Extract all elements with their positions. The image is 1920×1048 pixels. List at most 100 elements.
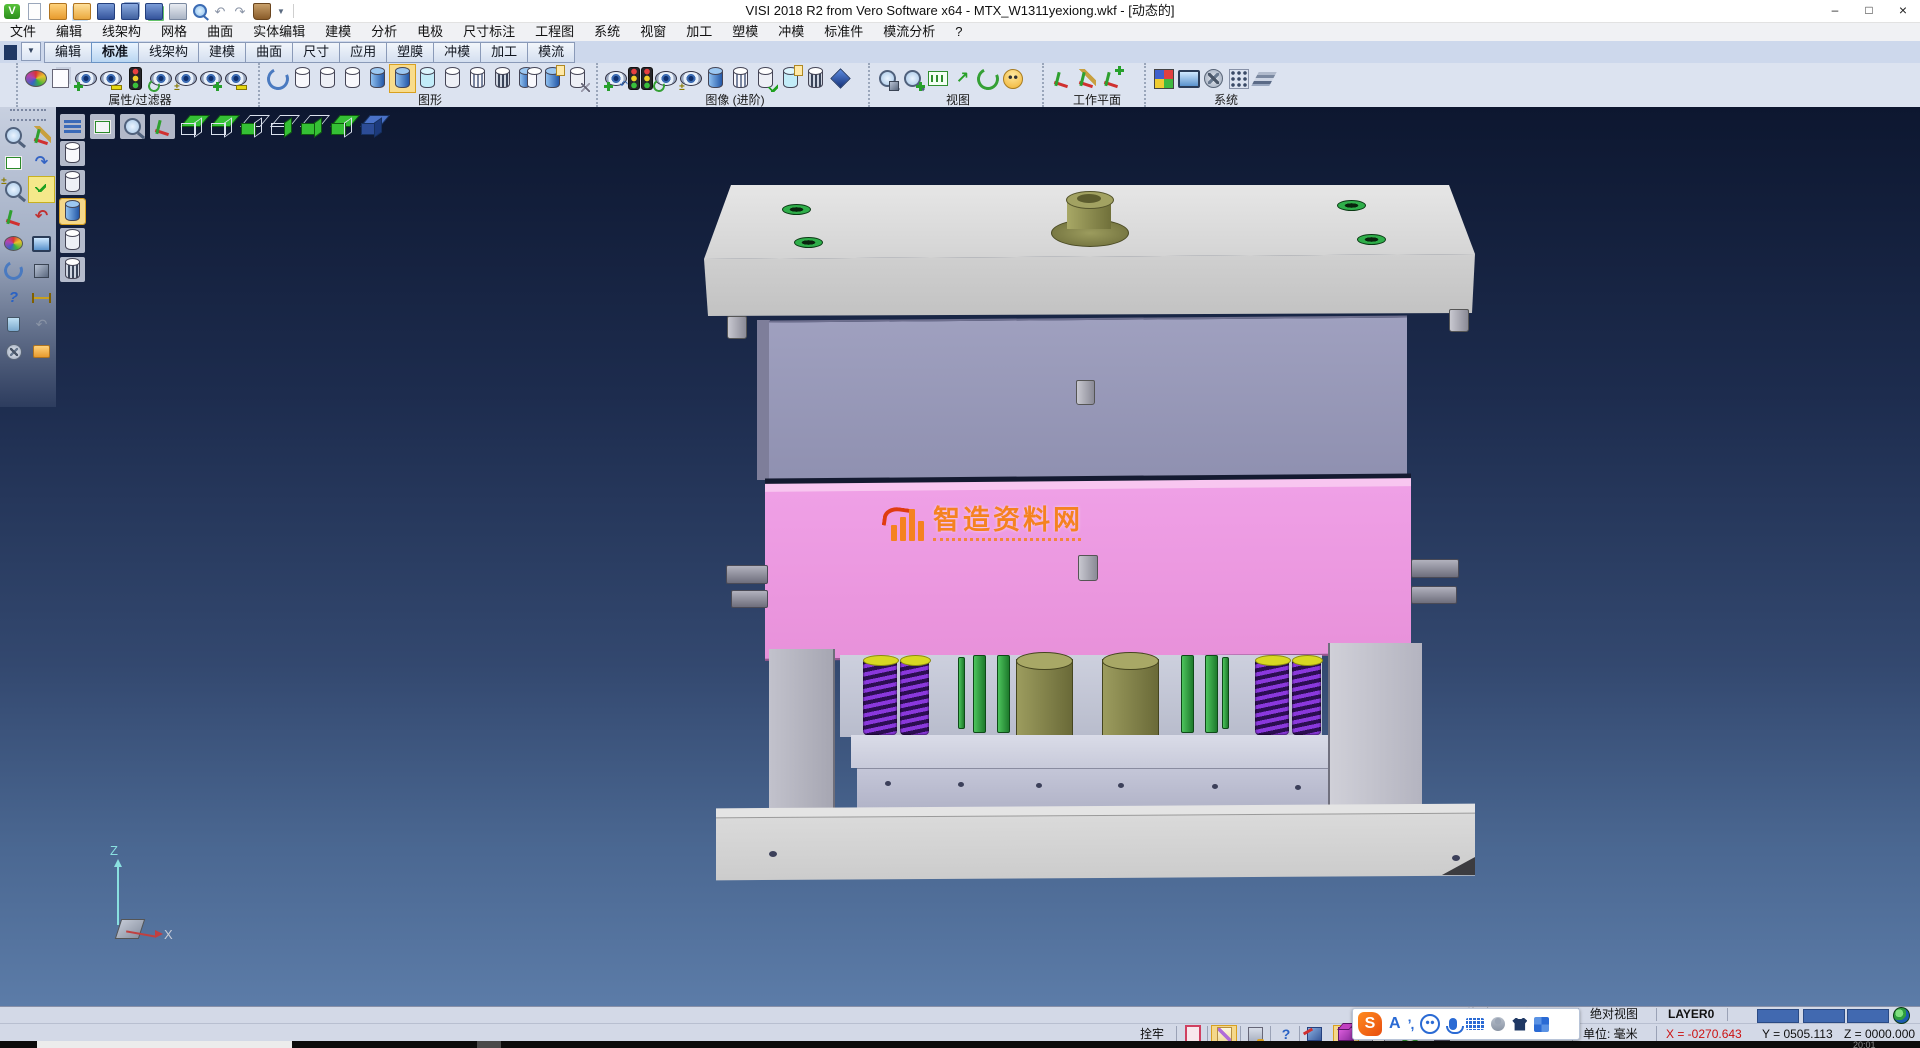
workplane-edit-icon[interactable] bbox=[1074, 65, 1099, 92]
menu-system[interactable]: 系统 bbox=[584, 23, 630, 41]
shaded-cube-icon[interactable] bbox=[29, 258, 54, 283]
transparent-body-page-icon[interactable] bbox=[778, 65, 803, 92]
tab-mold[interactable]: 塑膜 bbox=[386, 42, 434, 63]
erase-entity-icon[interactable] bbox=[29, 123, 54, 148]
grid-snap-icon[interactable] bbox=[1226, 65, 1251, 92]
zoom-preview-icon[interactable] bbox=[1, 123, 26, 148]
menu-drawing[interactable]: 工程图 bbox=[525, 23, 584, 41]
layers-icon[interactable] bbox=[1251, 65, 1276, 92]
ejector-pin[interactable] bbox=[1181, 655, 1194, 733]
support-cylinder[interactable] bbox=[1102, 659, 1159, 739]
right-view-cube-icon[interactable] bbox=[270, 114, 295, 139]
hatch-display-icon[interactable] bbox=[465, 65, 490, 92]
input-language-icon[interactable]: A bbox=[1389, 1015, 1401, 1033]
bolt-hole[interactable] bbox=[782, 204, 811, 215]
tab-dropdown-button[interactable]: ▼ bbox=[21, 42, 41, 61]
support-cylinder[interactable] bbox=[1016, 659, 1073, 739]
save-icon[interactable] bbox=[97, 3, 115, 20]
context-help-icon[interactable]: ? bbox=[1, 285, 26, 310]
bottom-view-cube-icon[interactable] bbox=[240, 114, 265, 139]
copy-attributes-icon[interactable] bbox=[48, 65, 73, 92]
hatched-mode-icon[interactable] bbox=[60, 257, 85, 282]
filter-traffic-light-icon[interactable] bbox=[123, 65, 148, 92]
body-copy-display-icon[interactable] bbox=[540, 65, 565, 92]
undo-icon[interactable]: ↶ bbox=[213, 4, 227, 19]
shaded-edges-display-icon[interactable] bbox=[390, 65, 415, 92]
delete-trash-icon[interactable] bbox=[1, 312, 26, 337]
menu-window[interactable]: 视窗 bbox=[630, 23, 676, 41]
display-monitor-icon[interactable] bbox=[1176, 65, 1201, 92]
refresh-entities-icon[interactable] bbox=[653, 65, 678, 92]
taskbar-button[interactable] bbox=[477, 1041, 501, 1048]
return-spring[interactable] bbox=[863, 659, 897, 735]
undo-back-icon[interactable]: ↶ bbox=[29, 312, 54, 337]
return-spring[interactable] bbox=[1292, 659, 1321, 735]
menu-mesh[interactable]: 网格 bbox=[151, 23, 197, 41]
guide-pin[interactable] bbox=[1449, 309, 1469, 332]
menu-mold[interactable]: 塑模 bbox=[722, 23, 768, 41]
status-help-icon[interactable]: ? bbox=[1276, 1026, 1296, 1042]
wireframe-mode-icon[interactable] bbox=[60, 141, 85, 166]
open-file-icon[interactable] bbox=[49, 3, 67, 20]
striped-body-icon[interactable] bbox=[803, 65, 828, 92]
zoom-view-icon[interactable] bbox=[120, 114, 145, 139]
display-settings-icon[interactable] bbox=[565, 65, 590, 92]
menu-wireframe[interactable]: 线架构 bbox=[92, 23, 151, 41]
hide-all-icon[interactable] bbox=[223, 65, 248, 92]
key-lock-icon[interactable] bbox=[1245, 1026, 1265, 1042]
center-screw[interactable] bbox=[1076, 380, 1095, 405]
taskbar-search-box[interactable] bbox=[37, 1041, 292, 1048]
explode-assembly-icon[interactable] bbox=[1304, 1026, 1324, 1042]
multi-body-display-icon[interactable] bbox=[515, 65, 540, 92]
shaded-display-icon[interactable] bbox=[365, 65, 390, 92]
attribute-painter-icon[interactable] bbox=[1, 231, 26, 256]
status-color-field-1[interactable] bbox=[1757, 1009, 1799, 1023]
minimize-button[interactable]: – bbox=[1818, 0, 1852, 22]
maximize-button[interactable]: □ bbox=[1852, 0, 1886, 22]
confirm-check-icon[interactable] bbox=[29, 177, 54, 202]
globe-icon[interactable] bbox=[1893, 1007, 1910, 1024]
ucs-axes-icon[interactable] bbox=[1, 204, 26, 229]
lock-label[interactable]: 拴牢 bbox=[1140, 1027, 1164, 1042]
menu-stamping[interactable]: 冲模 bbox=[768, 23, 814, 41]
zoom-window-icon[interactable] bbox=[875, 65, 900, 92]
bottom-clamp-plate[interactable] bbox=[716, 813, 1475, 881]
show-add-icon[interactable] bbox=[73, 65, 98, 92]
edit-mode-icon[interactable] bbox=[1212, 1026, 1236, 1042]
menu-help[interactable]: ? bbox=[945, 23, 972, 41]
sprue-bushing-bore[interactable] bbox=[1077, 194, 1101, 203]
dashed-display-icon[interactable] bbox=[340, 65, 365, 92]
left-view-cube-icon[interactable] bbox=[300, 114, 325, 139]
menu-solid-edit[interactable]: 实体编辑 bbox=[243, 23, 315, 41]
side-guide-pin[interactable] bbox=[1411, 586, 1457, 604]
bolt-hole[interactable] bbox=[794, 237, 823, 248]
regen-graphics-icon[interactable] bbox=[265, 65, 290, 92]
menu-machining[interactable]: 加工 bbox=[676, 23, 722, 41]
import-file-icon[interactable] bbox=[73, 3, 91, 20]
print-icon[interactable] bbox=[169, 3, 187, 20]
menu-standard-parts[interactable]: 标准件 bbox=[814, 23, 873, 41]
attributes-palette-icon[interactable] bbox=[23, 65, 48, 92]
fit-selection-icon[interactable] bbox=[1, 150, 26, 175]
side-guide-pin[interactable] bbox=[1411, 559, 1459, 578]
side-guide-pin[interactable] bbox=[726, 565, 768, 584]
menu-flow-analysis[interactable]: 模流分析 bbox=[873, 23, 945, 41]
hidden-line-display-icon[interactable] bbox=[315, 65, 340, 92]
graphics-viewport[interactable]: ↷ ± ↶ ? ↶ bbox=[0, 107, 1920, 1006]
view-mode-label[interactable]: 绝对视图 bbox=[1590, 1007, 1638, 1022]
active-layer-label[interactable]: LAYER0 bbox=[1668, 1007, 1714, 1022]
solid-diamond-icon[interactable] bbox=[828, 65, 853, 92]
ejector-base-plate[interactable] bbox=[857, 768, 1328, 808]
print-preview-icon[interactable] bbox=[193, 4, 207, 18]
menu-analysis[interactable]: 分析 bbox=[361, 23, 407, 41]
tab-standard[interactable]: 标准 bbox=[91, 42, 139, 63]
ejector-pin-thin[interactable] bbox=[958, 657, 965, 729]
top-clamp-plate-front-face[interactable] bbox=[704, 254, 1475, 317]
show-entity-add-icon[interactable]: ↶ bbox=[603, 65, 628, 92]
view-axes-icon[interactable] bbox=[150, 114, 175, 139]
menu-modeling[interactable]: 建模 bbox=[315, 23, 361, 41]
color-palette-grid-icon[interactable] bbox=[1151, 65, 1176, 92]
hidden-line-mode-icon[interactable] bbox=[60, 170, 85, 195]
tab-application[interactable]: 应用 bbox=[339, 42, 387, 63]
shaded-mode-icon[interactable] bbox=[60, 199, 85, 224]
